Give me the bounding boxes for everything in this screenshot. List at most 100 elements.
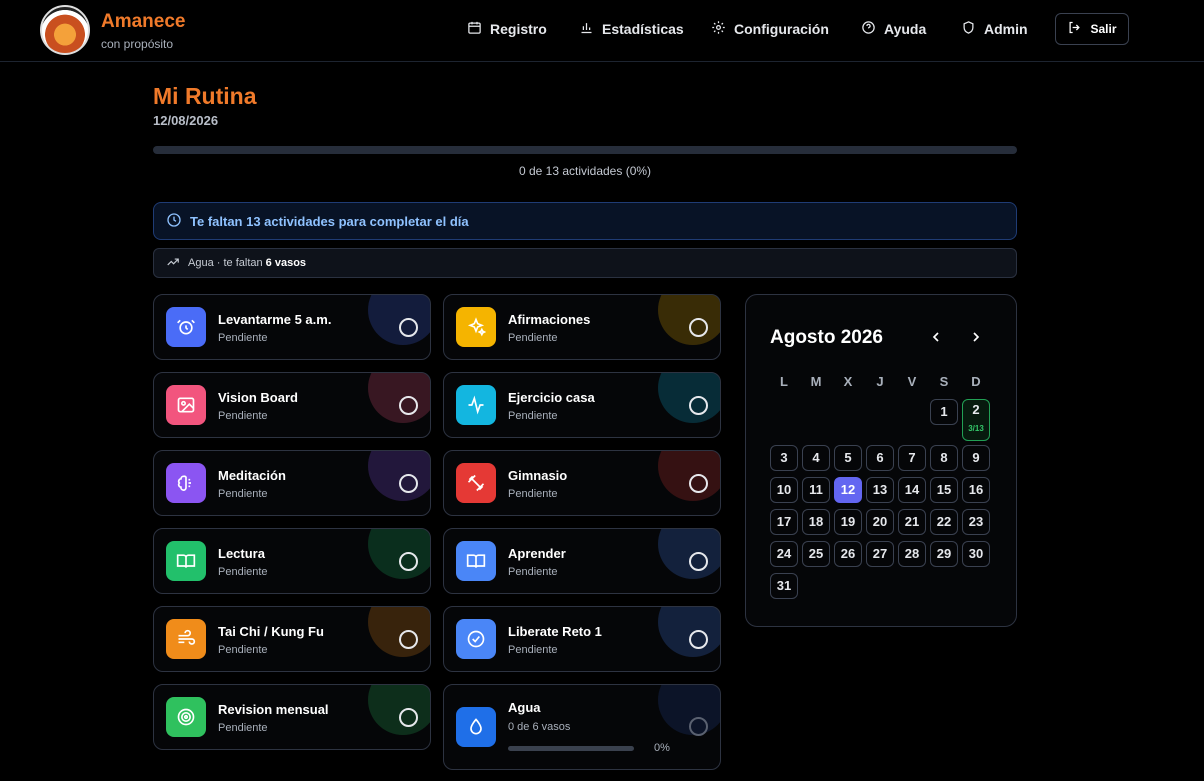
- activity-card-agua[interactable]: Agua 0 de 6 vasos 0%: [443, 684, 721, 770]
- check-circle-icon: [456, 619, 496, 659]
- help-icon: [861, 20, 876, 38]
- calendar-day[interactable]: 30: [962, 541, 990, 567]
- calendar-day[interactable]: 21: [898, 509, 926, 535]
- nav-admin[interactable]: Admin: [961, 18, 1028, 40]
- calendar-day[interactable]: 13: [866, 477, 894, 503]
- activity-card[interactable]: Lectura Pendiente: [153, 528, 431, 594]
- card-glow: [658, 373, 720, 423]
- nav-label: Registro: [490, 21, 547, 37]
- calendar-day[interactable]: 5: [834, 445, 862, 471]
- calendar-day[interactable]: 31: [770, 573, 798, 599]
- calendar-day[interactable]: 15: [930, 477, 958, 503]
- activity-card[interactable]: Afirmaciones Pendiente: [443, 294, 721, 360]
- dumbbell-icon: [456, 463, 496, 503]
- activity-card[interactable]: Tai Chi / Kung Fu Pendiente: [153, 606, 431, 672]
- water-hint-count: 6 vasos: [265, 257, 307, 269]
- card-glow: [658, 295, 720, 345]
- calendar-day[interactable]: 26: [834, 541, 862, 567]
- brand-name: Amanece: [101, 11, 186, 32]
- activity-checkbox[interactable]: [689, 396, 708, 415]
- calendar-weekday: X: [843, 374, 853, 389]
- bar-chart-icon: [579, 20, 594, 38]
- nav-configuracion[interactable]: Configuración: [711, 18, 829, 40]
- card-glow: [658, 607, 720, 657]
- activity-checkbox[interactable]: [399, 552, 418, 571]
- activity-checkbox[interactable]: [689, 474, 708, 493]
- activity-title: Meditación: [218, 468, 286, 483]
- calendar-day[interactable]: 3: [770, 445, 798, 471]
- calendar-day[interactable]: 23: [962, 509, 990, 535]
- add-water-checkbox[interactable]: [689, 717, 708, 736]
- calendar-day[interactable]: 28: [898, 541, 926, 567]
- calendar-icon: [467, 20, 482, 38]
- alarm-clock-icon: [166, 307, 206, 347]
- activity-card[interactable]: Revision mensual Pendiente: [153, 684, 431, 750]
- calendar-day[interactable]: 29: [930, 541, 958, 567]
- activity-card[interactable]: Meditación Pendiente: [153, 450, 431, 516]
- activity-title: Levantarme 5 a.m.: [218, 312, 332, 327]
- nav-ayuda[interactable]: Ayuda: [861, 18, 926, 40]
- activity-checkbox[interactable]: [399, 630, 418, 649]
- activity-card[interactable]: Liberate Reto 1 Pendiente: [443, 606, 721, 672]
- pending-alert: Te faltan 13 actividades para completar …: [153, 202, 1017, 240]
- logout-button[interactable]: Salir: [1055, 13, 1129, 45]
- calendar-day[interactable]: 17: [770, 509, 798, 535]
- activity-checkbox[interactable]: [689, 630, 708, 649]
- droplet-icon: [456, 707, 496, 747]
- chevron-left-icon[interactable]: [928, 329, 944, 345]
- calendar-day[interactable]: 16: [962, 477, 990, 503]
- nav-registro[interactable]: Registro: [467, 18, 547, 40]
- page-title: Mi Rutina: [153, 83, 257, 109]
- shield-icon: [961, 20, 976, 38]
- calendar-day[interactable]: 8: [930, 445, 958, 471]
- trending-up-icon: [166, 255, 180, 272]
- activity-checkbox[interactable]: [399, 708, 418, 727]
- calendar-day-progress: 3/13: [968, 424, 984, 433]
- calendar-day[interactable]: 1: [930, 399, 958, 425]
- daily-progress-bar: [153, 146, 1017, 154]
- nav-label: Admin: [984, 21, 1028, 37]
- calendar-day[interactable]: 4: [802, 445, 830, 471]
- calendar-day[interactable]: 6: [866, 445, 894, 471]
- calendar-day[interactable]: 20: [866, 509, 894, 535]
- activity-checkbox[interactable]: [689, 318, 708, 337]
- activity-checkbox[interactable]: [399, 318, 418, 337]
- brand-logo[interactable]: [40, 5, 90, 55]
- calendar-day-number: 2: [972, 402, 980, 417]
- water-hint-text: Agua · te faltan 6 vasos: [188, 257, 306, 269]
- logout-icon: [1067, 20, 1082, 38]
- calendar-day[interactable]: 18: [802, 509, 830, 535]
- calendar-day[interactable]: 10: [770, 477, 798, 503]
- nav-estadisticas[interactable]: Estadísticas: [579, 18, 684, 40]
- calendar-day[interactable]: 9: [962, 445, 990, 471]
- calendar-day[interactable]: 25: [802, 541, 830, 567]
- calendar-day[interactable]: 24: [770, 541, 798, 567]
- activity-card[interactable]: Levantarme 5 a.m. Pendiente: [153, 294, 431, 360]
- activity-status: Pendiente: [508, 332, 558, 344]
- calendar-day[interactable]: 12: [834, 477, 862, 503]
- daily-progress-text: 0 de 13 actividades (0%): [518, 164, 652, 178]
- activity-checkbox[interactable]: [399, 396, 418, 415]
- activity-card[interactable]: Gimnasio Pendiente: [443, 450, 721, 516]
- water-progress-bar: [508, 746, 634, 751]
- calendar-weekday: V: [907, 374, 917, 389]
- calendar-day[interactable]: 14: [898, 477, 926, 503]
- activity-status: Pendiente: [508, 488, 558, 500]
- activity-title: Lectura: [218, 546, 265, 561]
- calendar-day[interactable]: 11: [802, 477, 830, 503]
- card-glow: [368, 607, 430, 657]
- activity-card[interactable]: Vision Board Pendiente: [153, 372, 431, 438]
- chevron-right-icon[interactable]: [968, 329, 984, 345]
- activity-title: Tai Chi / Kung Fu: [218, 624, 324, 639]
- calendar-month-title: Agosto 2026: [770, 327, 883, 348]
- activity-card[interactable]: Ejercicio casa Pendiente: [443, 372, 721, 438]
- clock-icon: [166, 212, 182, 231]
- calendar-day[interactable]: 7: [898, 445, 926, 471]
- calendar-day[interactable]: 27: [866, 541, 894, 567]
- calendar-day[interactable]: 2 3/13: [962, 399, 990, 441]
- activity-checkbox[interactable]: [689, 552, 708, 571]
- activity-checkbox[interactable]: [399, 474, 418, 493]
- activity-card[interactable]: Aprender Pendiente: [443, 528, 721, 594]
- calendar-day[interactable]: 19: [834, 509, 862, 535]
- calendar-day[interactable]: 22: [930, 509, 958, 535]
